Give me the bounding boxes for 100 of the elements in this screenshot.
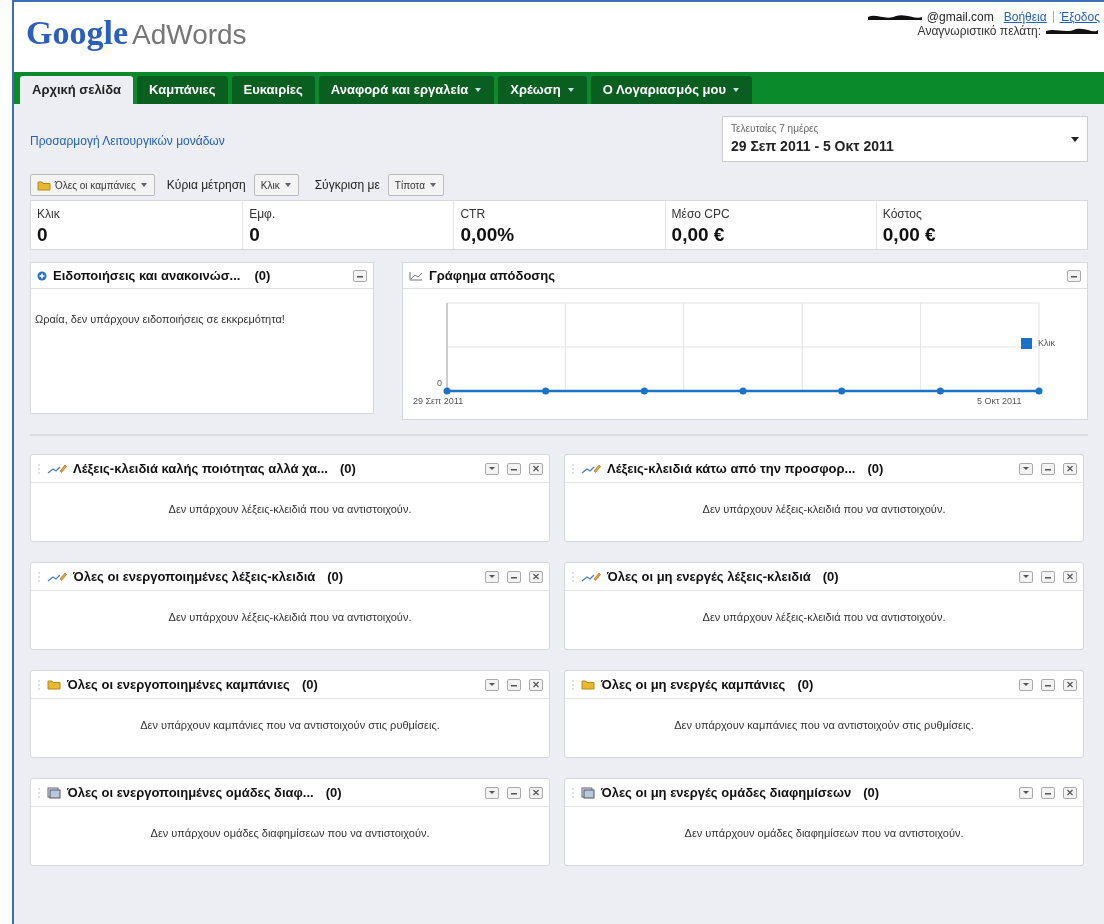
- minimize-button[interactable]: [507, 570, 521, 583]
- panel-title: Όλες οι μη ενεργές ομάδες διαφημίσεων: [601, 783, 852, 802]
- menu-button[interactable]: [485, 570, 499, 583]
- close-icon: [532, 789, 540, 796]
- widget-message: Δεν υπάρχουν λέξεις-κλειδιά που να αντιστοιχούν.: [167, 502, 413, 517]
- stat-value: 0,00 €: [882, 223, 937, 247]
- notification-message: Ωραία, δεν υπάρχουν ειδοποιήσεις σε εκκρεμότητα!: [34, 312, 286, 327]
- close-button[interactable]: [1063, 570, 1077, 583]
- stat-label: Εμφ.: [249, 206, 277, 223]
- tab[interactable]: Χρέωση: [498, 76, 587, 104]
- widget-message: Δεν υπάρχουν λέξεις-κλειδιά που να αντιστοιχούν.: [701, 502, 947, 517]
- customer-id-label: Αναγνωριστικό πελάτη:: [917, 24, 1041, 38]
- folder-icon: [581, 679, 595, 690]
- date-range-caption: Τελευταίες 7 ημέρες: [731, 122, 820, 136]
- legend-label: Κλικ: [1038, 337, 1055, 350]
- panel-title: Όλες οι ενεργοποιημένες καμπάνιες: [67, 675, 290, 694]
- caret-icon: [428, 181, 437, 189]
- minimize-button[interactable]: [1041, 462, 1055, 475]
- caret-icon: [1022, 789, 1030, 796]
- caret-icon: [1022, 681, 1030, 688]
- panel-title: Όλες οι μη ενεργές λέξεις-κλειδιά: [607, 567, 811, 586]
- pencil-chart-icon: [581, 570, 601, 583]
- widget-message: Δεν υπάρχουν καμπάνιες που να αντιστοιχούν στις ρυθμίσεις.: [673, 718, 975, 733]
- widget-message: Δεν υπάρχουν καμπάνιες που να αντιστοιχούν στις ρυθμίσεις.: [139, 718, 441, 733]
- panel-title: Λέξεις-κλειδιά καλής ποιότητας αλλά χα...: [73, 459, 328, 478]
- panel-title: Όλες οι μη ενεργές καμπάνιες: [601, 675, 786, 694]
- axis-tick-label: 0: [437, 377, 442, 390]
- folder-icon: [37, 179, 51, 191]
- menu-button[interactable]: [485, 678, 499, 691]
- close-button[interactable]: [529, 462, 543, 475]
- close-icon: [1066, 789, 1074, 796]
- stat-value: 0,00 €: [671, 223, 726, 247]
- panel-title: Ειδοποιήσεις και ανακοινώσ...: [53, 266, 241, 285]
- panel-count: (0): [339, 459, 356, 478]
- close-icon: [1066, 465, 1074, 472]
- menu-button[interactable]: [1019, 678, 1033, 691]
- close-button[interactable]: [1063, 786, 1077, 799]
- tab[interactable]: Καμπάνιες: [137, 76, 228, 104]
- minimize-button[interactable]: [507, 678, 521, 691]
- date-range-picker[interactable]: Τελευταίες 7 ημέρες 29 Σεπ 2011 - 5 Οκτ 2011: [722, 116, 1088, 162]
- close-icon: [532, 573, 540, 580]
- metric-label: Κύρια μέτρηση: [166, 177, 246, 194]
- widget-message: Δεν υπάρχουν ομάδες διαφημίσεων που να αντιστοιχούν.: [149, 826, 431, 841]
- stat-label: Κλικ: [37, 206, 61, 223]
- panel-title: Γράφημα απόδοσης: [429, 266, 555, 285]
- panel-count: (0): [325, 783, 342, 802]
- close-button[interactable]: [1063, 462, 1077, 475]
- redaction-mark: [1044, 26, 1100, 36]
- caret-icon: [488, 681, 496, 688]
- pencil-chart-icon: [581, 462, 601, 475]
- menu-button[interactable]: [485, 786, 499, 799]
- caret-icon: [488, 465, 496, 472]
- dropdown-button[interactable]: Κλικ: [253, 174, 299, 196]
- close-icon: [1066, 573, 1074, 580]
- close-icon: [532, 681, 540, 688]
- panel-count: (0): [797, 675, 814, 694]
- caret-icon: [139, 181, 148, 189]
- widget-message: Δεν υπάρχουν λέξεις-κλειδιά που να αντιστοιχούν.: [167, 610, 413, 625]
- stat-label: Μέσο CPC: [671, 206, 731, 223]
- tab[interactable]: Αρχική σελίδα: [20, 76, 134, 104]
- minimize-button[interactable]: [507, 462, 521, 475]
- plus-icon: [37, 270, 47, 281]
- caret-icon: [1022, 465, 1030, 472]
- pencil-chart-icon: [47, 462, 67, 475]
- tab[interactable]: Αναφορά και εργαλεία: [318, 76, 495, 104]
- tab[interactable]: Ευκαιρίες: [231, 76, 315, 104]
- menu-button[interactable]: [1019, 570, 1033, 583]
- minimize-button[interactable]: [1041, 786, 1055, 799]
- dropdown-button[interactable]: Τίποτα: [387, 174, 444, 196]
- logout-link[interactable]: Έξοδος: [1059, 10, 1100, 24]
- line-chart-icon: [409, 270, 423, 281]
- minimize-button[interactable]: [507, 786, 521, 799]
- customize-link[interactable]: Προσαρμογή Λειτουργικών μονάδων: [30, 132, 225, 150]
- close-button[interactable]: [1063, 678, 1077, 691]
- minimize-button[interactable]: [353, 269, 367, 282]
- panel-count: (0): [867, 459, 884, 478]
- stat-label: CTR: [460, 206, 487, 223]
- close-button[interactable]: [529, 570, 543, 583]
- menu-button[interactable]: [485, 462, 499, 475]
- panel-count: (0): [863, 783, 879, 802]
- panel-count: (0): [327, 567, 344, 586]
- logo: Google: [26, 16, 128, 50]
- close-button[interactable]: [529, 786, 543, 799]
- close-button[interactable]: [529, 678, 543, 691]
- menu-button[interactable]: [1019, 462, 1033, 475]
- menu-button[interactable]: [1019, 786, 1033, 799]
- panel-count: (0): [301, 675, 318, 694]
- dropdown-button[interactable]: Όλες οι καμπάνιες: [30, 174, 155, 196]
- axis-tick-label: 29 Σεπ 2011: [413, 395, 464, 408]
- minimize-button[interactable]: [1067, 269, 1081, 282]
- help-link[interactable]: Βοήθεια: [1003, 10, 1047, 24]
- panel-title: Όλες οι ενεργοποιημένες ομάδες διαφ...: [67, 783, 314, 802]
- tab[interactable]: Ο Λογαριασμός μου: [590, 76, 752, 104]
- minimize-button[interactable]: [1041, 570, 1055, 583]
- caret-icon: [1022, 573, 1030, 580]
- stat-value: 0,00%: [460, 223, 516, 247]
- panel-title: Όλες οι ενεργοποιημένες λέξεις-κλειδιά: [73, 567, 316, 586]
- caret-icon: [1071, 135, 1079, 143]
- minimize-button[interactable]: [1041, 678, 1055, 691]
- close-icon: [1066, 681, 1074, 688]
